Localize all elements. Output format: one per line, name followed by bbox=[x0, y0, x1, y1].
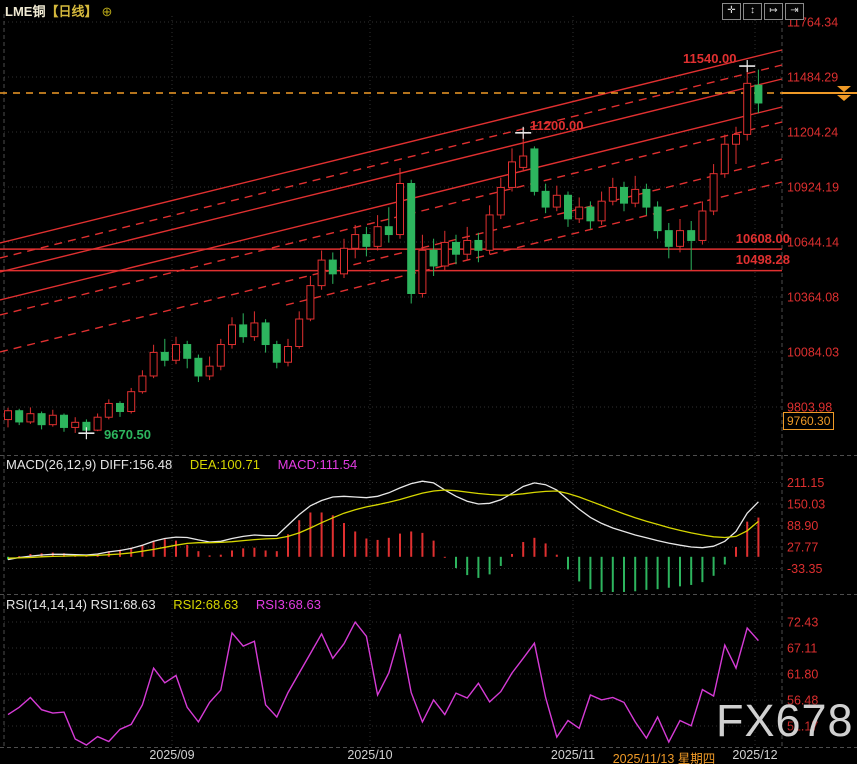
month-label: 2025/12 bbox=[732, 748, 777, 762]
svg-text:72.43: 72.43 bbox=[787, 616, 818, 630]
svg-text:88.90: 88.90 bbox=[787, 519, 818, 533]
chart-canvas[interactable]: 11764.3411484.2911204.2410924.1910644.14… bbox=[0, 0, 857, 764]
panel-separators bbox=[0, 14, 857, 748]
svg-text:61.80: 61.80 bbox=[787, 667, 818, 681]
rsi3-label: RSI3:68.63 bbox=[256, 597, 321, 612]
symbol-name: LME铜 bbox=[5, 4, 45, 19]
pan-right-icon[interactable]: ⇥ bbox=[785, 3, 804, 20]
rsi-indicator-header: RSI(14,14,14) RSI1:68.63 RSI2:68.63 RSI3… bbox=[6, 597, 321, 612]
crosshair-tool-icon[interactable]: ✛ bbox=[722, 3, 741, 20]
rsi-panel bbox=[8, 622, 758, 745]
time-axis[interactable]: 2025/09 2025/10 2025/11 2025/11/13 星期四 2025/… bbox=[0, 747, 857, 764]
watermark: FX678 bbox=[716, 695, 854, 747]
gridlines bbox=[4, 16, 782, 746]
price-annotation-mid: 11200.00 bbox=[530, 118, 584, 133]
rsi2-label: RSI2:68.63 bbox=[173, 597, 238, 612]
macd-panel bbox=[7, 481, 759, 592]
price-annotation-high: 11540.00 bbox=[683, 51, 737, 66]
month-label: 2025/09 bbox=[149, 748, 194, 762]
zoom-vertical-icon[interactable]: ↕ bbox=[743, 3, 762, 20]
price-axis-labels: 11764.3411484.2911204.2410924.1910644.14… bbox=[787, 16, 839, 734]
svg-text:10644.14: 10644.14 bbox=[787, 236, 839, 250]
svg-text:27.77: 27.77 bbox=[787, 541, 818, 555]
price-annotation-low: 9670.50 bbox=[104, 427, 151, 442]
svg-text:10364.08: 10364.08 bbox=[787, 291, 839, 305]
month-label: 2025/10 bbox=[347, 748, 392, 762]
add-indicator-icon[interactable]: ⊕ bbox=[101, 4, 112, 19]
trading-app-window: 11764.3411484.2911204.2410924.1910644.14… bbox=[0, 0, 857, 764]
price-alert-line bbox=[0, 86, 857, 101]
svg-text:67.11: 67.11 bbox=[787, 642, 817, 656]
support-line-label: 10498.28 bbox=[710, 252, 790, 267]
chart-title: LME铜【日线】 ⊕ bbox=[5, 1, 112, 20]
horizontal-price-lines bbox=[0, 249, 782, 271]
month-label: 2025/11 bbox=[551, 748, 595, 762]
macd-params-label: MACD(26,12,9) DIFF:156.48 bbox=[6, 457, 172, 472]
svg-text:-33.35: -33.35 bbox=[787, 562, 822, 576]
macd-indicator-header: MACD(26,12,9) DIFF:156.48 DEA:100.71 MAC… bbox=[6, 457, 357, 472]
svg-text:10924.19: 10924.19 bbox=[787, 181, 839, 195]
svg-text:10084.03: 10084.03 bbox=[787, 346, 839, 360]
svg-text:11204.24: 11204.24 bbox=[787, 126, 838, 140]
chart-toolbar: ✛ ↕ ↦ ⇥ bbox=[722, 3, 804, 20]
period-label: 【日线】 bbox=[45, 4, 97, 19]
trendline-drawings bbox=[0, 50, 782, 352]
macd-dea-label: DEA:100.71 bbox=[190, 457, 260, 472]
rsi-params-label: RSI(14,14,14) RSI1:68.63 bbox=[6, 597, 156, 612]
resistance-line-label: 10608.00 bbox=[710, 231, 790, 246]
selected-date-label: 2025/11/13 星期四 bbox=[613, 748, 716, 764]
macd-macd-label: MACD:111.54 bbox=[278, 457, 358, 472]
svg-text:11484.29: 11484.29 bbox=[787, 71, 838, 85]
current-price-tag: 9760.30 bbox=[783, 412, 834, 430]
svg-text:150.03: 150.03 bbox=[787, 498, 825, 512]
play-forward-icon[interactable]: ↦ bbox=[764, 3, 783, 20]
svg-text:211.15: 211.15 bbox=[787, 476, 824, 490]
